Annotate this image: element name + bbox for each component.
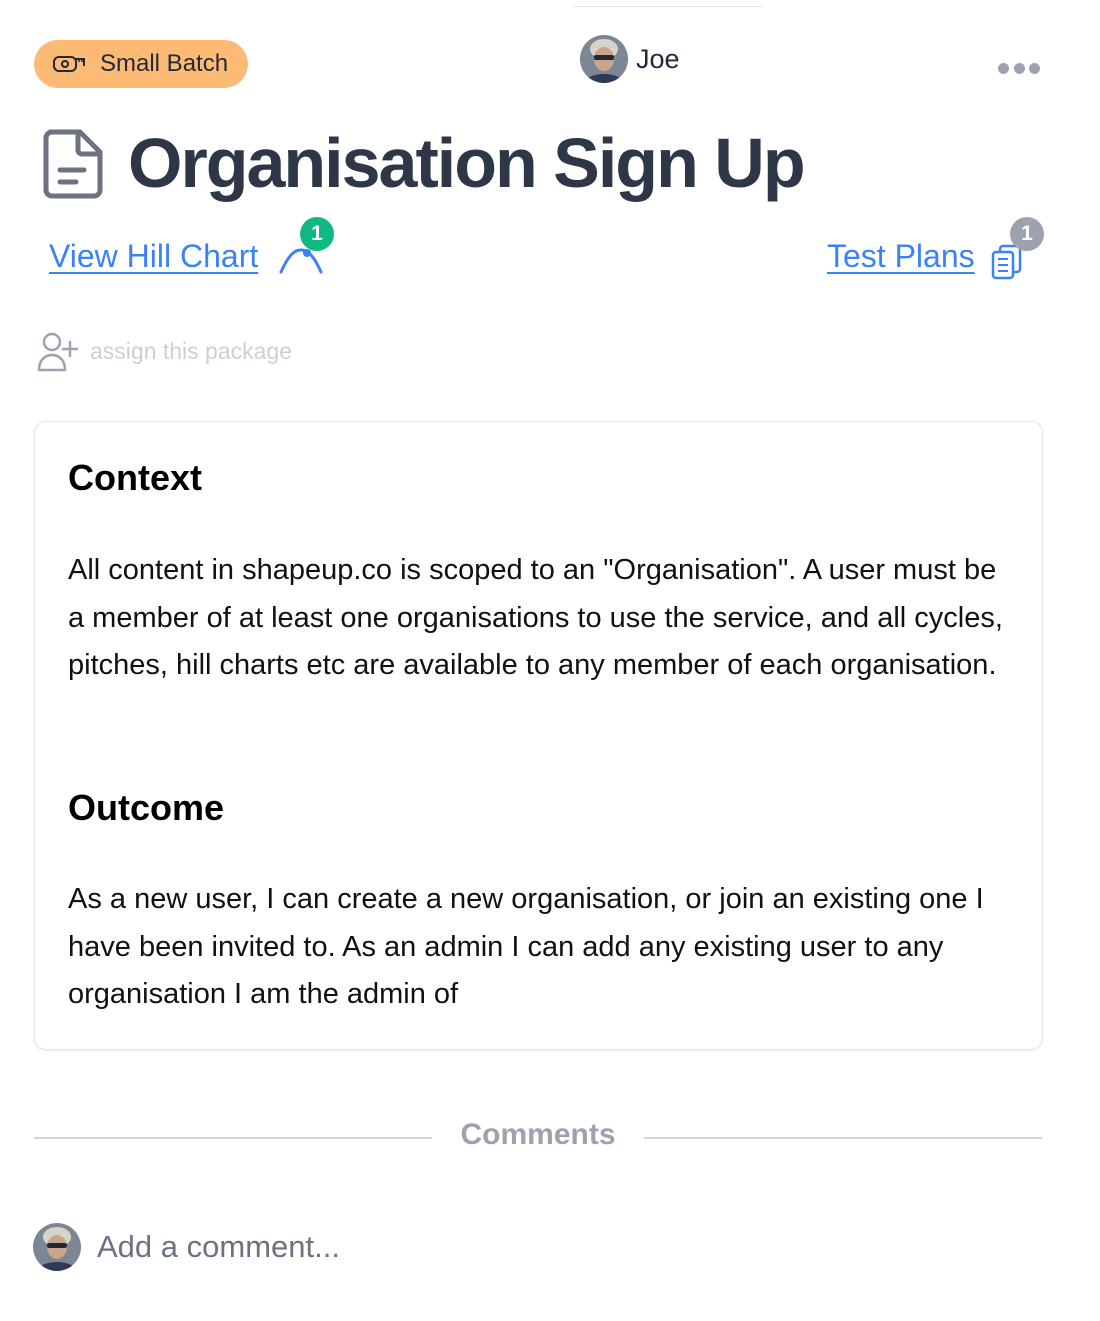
tape-measure-icon	[53, 56, 85, 72]
view-hill-chart-link[interactable]: View Hill Chart	[49, 238, 258, 275]
outcome-heading: Outcome	[68, 787, 225, 828]
package-size-badge[interactable]: Small Batch	[34, 40, 249, 88]
owner-name: Joe	[636, 43, 680, 74]
context-heading: Context	[68, 457, 202, 498]
badge-label: Small Batch	[100, 50, 229, 77]
add-user-icon	[37, 332, 78, 372]
context-body: All content in shapeup.co is scoped to a…	[68, 554, 1003, 681]
comment-composer	[33, 1223, 997, 1271]
outcome-body: As a new user, I can create a new organi…	[68, 883, 984, 1010]
assign-package-button[interactable]: assign this package	[36, 330, 292, 372]
comment-input[interactable]	[97, 1229, 997, 1265]
more-dots-icon[interactable]	[998, 58, 1040, 78]
top-divider	[574, 6, 762, 7]
user-avatar	[580, 35, 628, 83]
user-avatar	[33, 1223, 81, 1271]
page-title: Organisation Sign Up	[128, 124, 806, 202]
test-plans-link[interactable]: Test Plans	[827, 238, 975, 275]
document-icon	[43, 129, 103, 199]
owner[interactable]: Joe	[580, 35, 680, 83]
assign-label: assign this package	[90, 337, 293, 364]
hill-chart-count-badge: 1	[300, 217, 334, 251]
test-plans-count-badge: 1	[1010, 217, 1044, 251]
comments-title: Comments	[460, 1118, 616, 1151]
description-card: Context All content in shapeup.co is sco…	[34, 421, 1043, 1050]
comments-divider-left	[34, 1137, 432, 1139]
comments-divider-right	[644, 1137, 1042, 1139]
